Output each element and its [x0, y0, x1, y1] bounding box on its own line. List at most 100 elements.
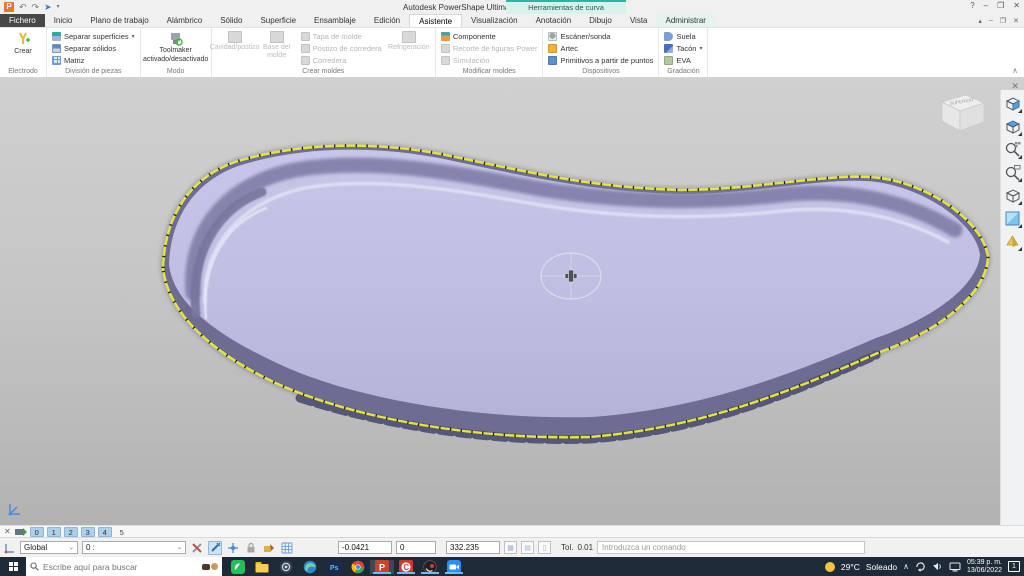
iso-view-button[interactable] [1003, 94, 1022, 113]
grid-toggle-icon[interactable] [280, 541, 294, 555]
taskbar-search[interactable] [26, 557, 222, 576]
position-panel-icon[interactable]: ▦ [504, 541, 517, 554]
redo-icon[interactable]: ↷ [32, 2, 40, 12]
separar-superficies-button[interactable]: Separar superficies▾ [50, 31, 137, 42]
ruler-panel-icon[interactable]: ▯ [538, 541, 551, 554]
componente-button[interactable]: Componente [439, 31, 540, 42]
network-icon[interactable] [949, 562, 961, 572]
undo-icon[interactable]: ↶ [19, 2, 27, 12]
crear-electrodo-button[interactable]: Crear [3, 30, 43, 56]
tolerance-value[interactable]: 0.01 [577, 543, 593, 552]
volume-icon[interactable] [932, 561, 943, 572]
separar-solidos-button[interactable]: Separar sólidos [50, 43, 137, 54]
weather-sun-icon[interactable] [825, 562, 835, 572]
doc-restore-icon[interactable]: ❐ [1000, 17, 1006, 25]
action-center-icon[interactable]: 1 [1008, 561, 1020, 572]
zoom-box-button[interactable] [1003, 163, 1022, 182]
tab-alambrico[interactable]: Alámbrico [158, 14, 212, 27]
tab-plano-de-trabajo[interactable]: Plano de trabajo [81, 14, 157, 27]
select-cursor-icon[interactable]: ➤ [44, 2, 52, 12]
edge-icon[interactable] [298, 560, 322, 574]
tab-solido[interactable]: Sólido [211, 14, 251, 27]
eva-button[interactable]: EVA [662, 55, 704, 66]
weather-temp[interactable]: 29°C [841, 562, 860, 572]
level-button-0[interactable]: 0 [30, 527, 44, 537]
doc-minimize-icon[interactable]: – [989, 17, 993, 24]
tapa-de-molde-button[interactable]: Tapa de molde [299, 31, 384, 42]
zoom-extents-button[interactable] [1003, 140, 1022, 159]
coord-x-input[interactable] [338, 541, 392, 554]
snap-toggle-icon[interactable] [208, 541, 222, 555]
doc-restore-up-icon[interactable]: ▴ [978, 17, 982, 25]
tab-ensamblaje[interactable]: Ensamblaje [305, 14, 365, 27]
ribbon-collapse-icon[interactable]: ∧ [1012, 66, 1018, 75]
tab-vista[interactable]: Vista [621, 14, 657, 27]
tab-asistente[interactable]: Asistente [409, 14, 462, 27]
tab-fichero[interactable]: Fichero [0, 14, 45, 27]
level-button-3[interactable]: 3 [81, 527, 95, 537]
help-button[interactable]: ? [970, 1, 974, 10]
cavidad-postizo-button[interactable]: Cavidad/postizo [215, 30, 255, 52]
start-button[interactable] [0, 557, 26, 576]
file-explorer-icon[interactable] [250, 560, 274, 574]
draw-mode-icon[interactable] [262, 541, 276, 555]
tab-superficie[interactable]: Superficie [251, 14, 305, 27]
zoom-icon[interactable] [442, 560, 466, 574]
obs-icon[interactable] [418, 560, 442, 574]
restore-button[interactable]: ❐ [997, 1, 1004, 10]
coord-y-input[interactable] [396, 541, 436, 554]
chrome-icon[interactable] [346, 560, 370, 574]
tab-inicio[interactable]: Inicio [45, 14, 82, 27]
artec-button[interactable]: Artec [546, 43, 655, 54]
toolmaker-toggle-button[interactable]: Toolmaker activado/desactivado [144, 30, 208, 64]
recorte-figuras-power-button[interactable]: Recorte de figuras Power [439, 43, 540, 54]
postizo-de-corredera-button[interactable]: Postizo de corredera [299, 43, 384, 54]
doc-close-icon[interactable]: ✕ [1013, 17, 1019, 25]
level-edit-icon[interactable] [14, 527, 27, 537]
tab-visualizacion[interactable]: Visualización [462, 14, 527, 27]
level-button-1[interactable]: 1 [47, 527, 61, 537]
camera-app-icon[interactable] [274, 560, 298, 574]
matriz-button[interactable]: Matriz [50, 55, 137, 66]
sync-tray-icon[interactable] [915, 561, 926, 572]
tacon-button[interactable]: Tacón▾ [662, 43, 704, 54]
drag-axis-icon[interactable] [226, 541, 240, 555]
refrigeracion-button[interactable]: Refrigeración [386, 30, 432, 52]
corredera-button[interactable]: Corredera [299, 55, 384, 66]
level-button-2[interactable]: 2 [64, 527, 78, 537]
levels-close-icon[interactable]: ✕ [4, 527, 11, 536]
base-del-molde-button[interactable]: Base del molde [257, 30, 297, 60]
tab-anotacion[interactable]: Anotación [527, 14, 581, 27]
level-select[interactable]: 0 :⌄ [82, 541, 186, 554]
wireframe-view-button[interactable] [1003, 186, 1022, 205]
intelligent-cursor-icon[interactable] [190, 541, 204, 555]
viewport-canvas[interactable]: SUPERIOR ✕ [0, 78, 1024, 525]
minimize-button[interactable]: – [984, 1, 988, 10]
camtasia-icon[interactable]: C [394, 560, 418, 574]
app-logo-icon[interactable]: P [4, 2, 14, 12]
weather-desc[interactable]: Soleado [866, 562, 897, 572]
wcs-select[interactable]: Global⌄ [20, 541, 78, 554]
search-input[interactable] [43, 562, 198, 572]
green-app-icon[interactable] [226, 560, 250, 574]
escaner-sonda-button[interactable]: Escáner/sonda [546, 31, 655, 42]
taskbar-clock[interactable]: 05:39 p. m. 13/06/2022 [967, 559, 1002, 575]
tab-dibujo[interactable]: Dibujo [580, 14, 621, 27]
coord-z-input[interactable] [446, 541, 500, 554]
view-cube[interactable]: SUPERIOR [930, 88, 990, 140]
sole-model[interactable] [0, 78, 1024, 525]
lock-icon[interactable] [244, 541, 258, 555]
command-input[interactable] [597, 541, 865, 554]
primitivos-puntos-button[interactable]: Primitivos a partir de puntos [546, 55, 655, 66]
photoshop-icon[interactable]: Ps [322, 560, 346, 574]
tray-expand-icon[interactable]: ∧ [903, 562, 909, 571]
powershape-taskbar-icon[interactable]: P [370, 560, 394, 574]
level-button-4[interactable]: 4 [98, 527, 112, 537]
close-button[interactable]: ✕ [1013, 1, 1020, 10]
shaded-view-button[interactable] [1003, 209, 1022, 228]
simulacion-button[interactable]: Simulación [439, 55, 540, 66]
pyramid-tool-button[interactable] [1003, 232, 1022, 251]
tab-administrar[interactable]: Administrar [656, 14, 714, 27]
top-view-button[interactable] [1003, 117, 1022, 136]
qat-dropdown-icon[interactable]: ▾ [57, 2, 60, 12]
